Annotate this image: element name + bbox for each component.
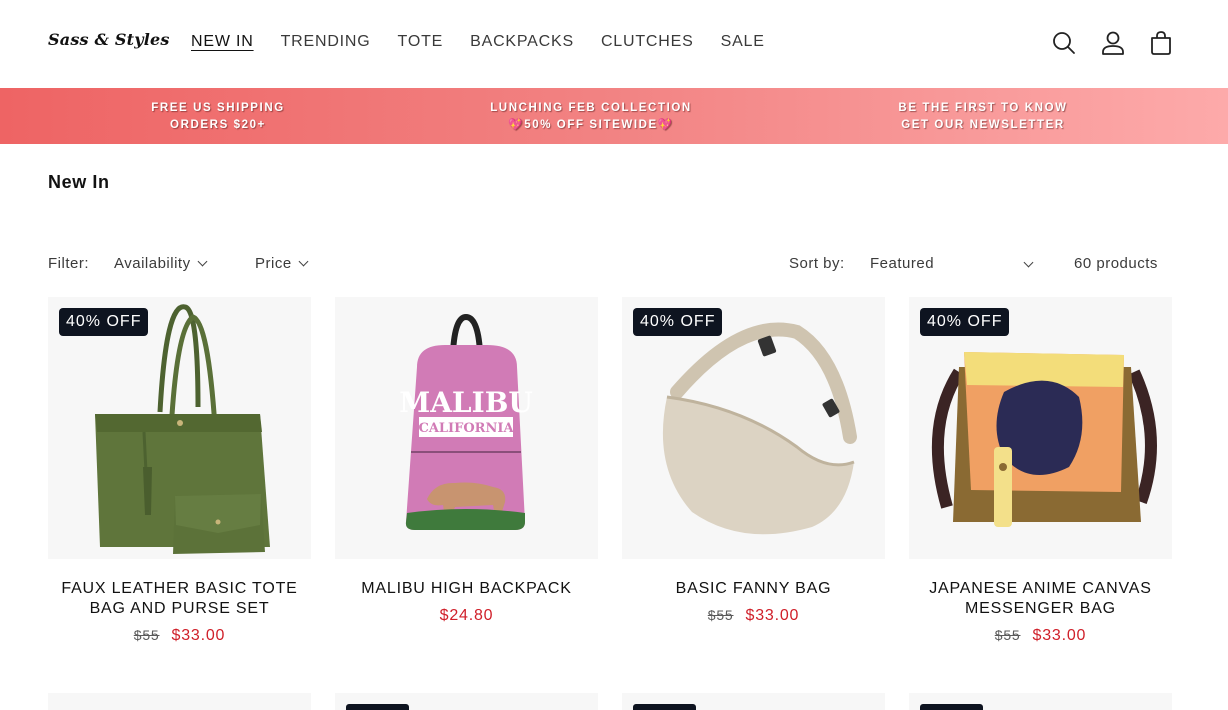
announcement-line: BE THE FIRST TO KNOW [898, 102, 1068, 114]
announcement-line: ORDERS $20+ [170, 119, 266, 131]
site-header: Sass & Styles NEW IN TRENDING TOTE BACKP… [0, 0, 1228, 88]
product-card-partial[interactable] [622, 693, 885, 710]
product-title[interactable]: JAPANESE ANIME CANVAS MESSENGER BAG [909, 579, 1172, 619]
tote-bag-image [95, 304, 270, 554]
announcement-line: 💖50% OFF SITEWIDE💖 [508, 119, 674, 131]
announcement-newsletter[interactable]: BE THE FIRST TO KNOW GET OUR NEWSLETTER [833, 100, 1133, 134]
nav-trending[interactable]: TRENDING [281, 33, 371, 51]
sort-select[interactable]: Featured [870, 255, 1035, 272]
compare-at-price: $55 [994, 627, 1021, 643]
discount-badge: 40% OFF [633, 308, 723, 336]
search-icon[interactable] [1051, 30, 1077, 56]
account-icon[interactable] [1100, 30, 1126, 56]
chevron-down-icon [298, 256, 309, 267]
nav-clutches[interactable]: CLUTCHES [601, 33, 694, 51]
announcement-line: FREE US SHIPPING [151, 102, 285, 114]
sale-price: $24.80 [439, 607, 494, 624]
filter-bar: Filter: Availability Price Sort by: Feat… [48, 255, 1172, 275]
product-image[interactable]: MALIBU CALIFORNIA [335, 297, 598, 559]
sale-price: $33.00 [1032, 627, 1087, 644]
availability-label: Availability [114, 255, 191, 272]
cart-icon[interactable] [1148, 30, 1174, 56]
product-card[interactable]: 40% OFF BASIC FANNY BAG $55 $33.00 [622, 297, 885, 625]
availability-filter[interactable]: Availability [114, 255, 208, 272]
discount-badge [920, 704, 983, 710]
compare-at-price: $55 [133, 627, 160, 643]
sort-value: Featured [870, 255, 935, 272]
product-price: $55 $33.00 [48, 627, 311, 645]
price-filter[interactable]: Price [255, 255, 309, 272]
nav-new-in[interactable]: NEW IN [191, 33, 254, 51]
product-card-partial[interactable] [909, 693, 1172, 710]
announcement-line: LUNCHING FEB COLLECTION [490, 102, 692, 114]
announcement-bar: FREE US SHIPPING ORDERS $20+ LUNCHING FE… [0, 88, 1228, 144]
product-card[interactable]: 40% OFF JAPANESE ANIME CANVAS MESSENGER … [909, 297, 1172, 645]
announcement-shipping[interactable]: FREE US SHIPPING ORDERS $20+ [68, 100, 368, 134]
product-title[interactable]: MALIBU HIGH BACKPACK [335, 579, 598, 599]
product-card-partial[interactable] [335, 693, 598, 710]
backpack-image: MALIBU CALIFORNIA [399, 313, 533, 530]
announcement-collection[interactable]: LUNCHING FEB COLLECTION 💖50% OFF SITEWID… [441, 100, 741, 134]
product-card-partial[interactable] [48, 693, 311, 710]
product-title[interactable]: FAUX LEATHER BASIC TOTE BAG AND PURSE SE… [48, 579, 311, 619]
sort-label: Sort by: [789, 255, 845, 272]
sale-price: $33.00 [171, 627, 226, 644]
product-title[interactable]: BASIC FANNY BAG [622, 579, 885, 599]
sale-price: $33.00 [745, 607, 800, 624]
discount-badge: 40% OFF [920, 308, 1010, 336]
product-count: 60 products [1074, 255, 1158, 272]
price-label: Price [255, 255, 292, 272]
filter-label: Filter: [48, 255, 89, 272]
backpack-print-line2: CALIFORNIA [418, 421, 514, 436]
discount-badge [633, 704, 696, 710]
product-price: $55 $33.00 [909, 627, 1172, 645]
chevron-down-icon [197, 256, 208, 267]
fanny-bag-image [662, 322, 857, 535]
main-nav: NEW IN TRENDING TOTE BACKPACKS CLUTCHES … [191, 33, 765, 51]
product-card[interactable]: 40% OFF FAUX LEATHER BASIC TOTE BAG AND … [48, 297, 311, 645]
compare-at-price: $55 [707, 607, 734, 623]
product-price: $55 $33.00 [622, 607, 885, 625]
nav-tote[interactable]: TOTE [398, 33, 444, 51]
product-price: $24.80 [335, 607, 598, 625]
discount-badge: 40% OFF [59, 308, 149, 336]
chevron-down-icon [1023, 257, 1034, 268]
product-image[interactable]: 40% OFF [909, 297, 1172, 559]
brand-logo[interactable]: Sass & Styles [48, 30, 170, 49]
product-card[interactable]: MALIBU CALIFORNIA MALIBU HIGH BACKPACK $… [335, 297, 598, 625]
backpack-print-line1: MALIBU [399, 386, 533, 419]
product-image[interactable]: 40% OFF [622, 297, 885, 559]
product-image[interactable]: 40% OFF [48, 297, 311, 559]
page-title: New In [48, 172, 110, 192]
nav-sale[interactable]: SALE [721, 33, 765, 51]
announcement-line: GET OUR NEWSLETTER [901, 119, 1065, 131]
discount-badge [346, 704, 409, 710]
messenger-bag-image [931, 352, 1157, 527]
nav-backpacks[interactable]: BACKPACKS [470, 33, 574, 51]
